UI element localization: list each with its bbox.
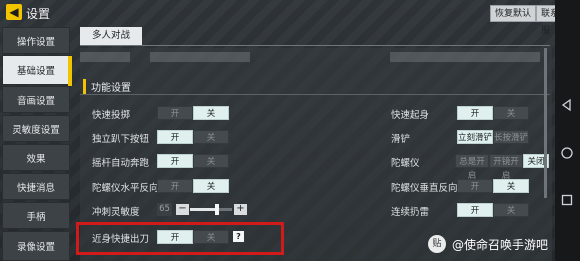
highlight-annotation-box (76, 222, 284, 255)
tab-multiplayer[interactable]: 多人对战 (80, 27, 142, 45)
joystick-sprint-off[interactable]: 关 (193, 154, 229, 168)
gyro-always[interactable]: 总是开启 (455, 154, 489, 181)
slide-hold[interactable]: 长按滑铲 (493, 130, 529, 144)
gyro-toggle[interactable]: 总是开启 开镜开启 关闭 (455, 154, 549, 181)
gyro-scope[interactable]: 开镜开启 (489, 154, 523, 181)
restore-default-button[interactable]: 恢复默认 (490, 5, 537, 22)
nav-recents-icon[interactable] (560, 193, 574, 207)
quick-rise-toggle[interactable]: 开 关 (457, 106, 529, 120)
gyro-v-invert-on[interactable]: 开 (457, 179, 493, 193)
watermark-logo-icon: 贴 (428, 235, 446, 253)
back-button[interactable]: ◀ (6, 4, 22, 20)
top-bar: ◀ 设置 恢复默认 联系客服 (0, 0, 580, 36)
sprint-sensitivity-slider-thumb[interactable] (215, 204, 219, 215)
sidebar-item-quick-messages[interactable]: 快捷消息 (2, 173, 70, 200)
quick-rise-label: 快速起身 (391, 110, 430, 121)
gyro-h-invert-toggle[interactable]: 开 关 (157, 179, 229, 193)
independent-prone-toggle[interactable]: 开 关 (157, 130, 229, 144)
independent-prone-on[interactable]: 开 (157, 130, 193, 144)
sidebar-item-basic[interactable]: 基础设置 (2, 55, 70, 85)
gyro-v-invert-label: 陀螺仪垂直反向 (391, 183, 458, 194)
active-indicator (68, 56, 72, 86)
nav-back-icon[interactable] (560, 98, 574, 112)
sidebar-item-audio-video[interactable]: 音画设置 (2, 86, 70, 113)
nav-home-icon[interactable] (560, 146, 574, 160)
tab-divider (80, 45, 550, 46)
sidebar-item-controls[interactable]: 操作设置 (2, 27, 70, 54)
sidebar-item-recording[interactable]: 录像设置 (2, 231, 70, 261)
partially-visible-row (80, 50, 550, 64)
continuous-grenade-toggle[interactable]: 开 关 (457, 203, 529, 217)
sidebar-item-controller[interactable]: 手柄 (2, 202, 70, 229)
slide-immediate[interactable]: 立刻滑铲 (457, 130, 493, 144)
independent-prone-label: 独立趴下按钮 (92, 134, 150, 145)
joystick-sprint-on[interactable]: 开 (157, 154, 193, 168)
gyro-h-invert-on[interactable]: 开 (157, 179, 193, 193)
quick-prone-on[interactable]: 开 (157, 106, 193, 120)
quick-prone-label: 快速投掷 (92, 110, 131, 121)
continuous-grenade-on[interactable]: 开 (457, 203, 493, 217)
joystick-sprint-label: 摇杆自动奔跑 (92, 158, 150, 169)
sprint-sensitivity-value: 65 (157, 203, 172, 216)
watermark-text: @使命召唤手游吧 (452, 238, 549, 252)
gyro-h-invert-off[interactable]: 关 (193, 179, 229, 193)
gyro-v-invert-off[interactable]: 关 (493, 179, 529, 193)
sidebar-item-effects[interactable]: 效果 (2, 144, 70, 171)
continuous-grenade-label: 连续扔雷 (391, 207, 430, 218)
gyro-v-invert-toggle[interactable]: 开 关 (457, 179, 529, 193)
system-nav-bar (555, 0, 580, 261)
quick-prone-off[interactable]: 关 (193, 106, 229, 120)
sidebar-item-sensitivity[interactable]: 灵敏度设置 (2, 115, 70, 142)
section-title: 功能设置 (83, 79, 131, 94)
slide-toggle[interactable]: 立刻滑铲 长按滑铲 (457, 130, 529, 144)
continuous-grenade-off[interactable]: 关 (493, 203, 529, 217)
sprint-sensitivity-slider-fill (190, 208, 217, 211)
sprint-sensitivity-minus-button[interactable]: − (176, 204, 189, 215)
sprint-sensitivity-label: 冲刺灵敏度 (92, 207, 140, 218)
scrollbar[interactable] (544, 48, 547, 198)
quick-rise-off[interactable]: 关 (493, 106, 529, 120)
joystick-sprint-toggle[interactable]: 开 关 (157, 154, 229, 168)
gyro-h-invert-label: 陀螺仪水平反向 (92, 183, 159, 194)
gyro-label: 陀螺仪 (391, 158, 420, 169)
section-divider (80, 94, 550, 95)
independent-prone-off[interactable]: 关 (193, 130, 229, 144)
slide-label: 滑铲 (391, 134, 411, 145)
quick-rise-on[interactable]: 开 (457, 106, 493, 120)
page-title: 设置 (26, 7, 51, 21)
back-arrow-icon: ◀ (9, 5, 19, 19)
sprint-sensitivity-plus-button[interactable]: + (234, 204, 247, 215)
quick-prone-toggle[interactable]: 开 关 (157, 106, 229, 120)
